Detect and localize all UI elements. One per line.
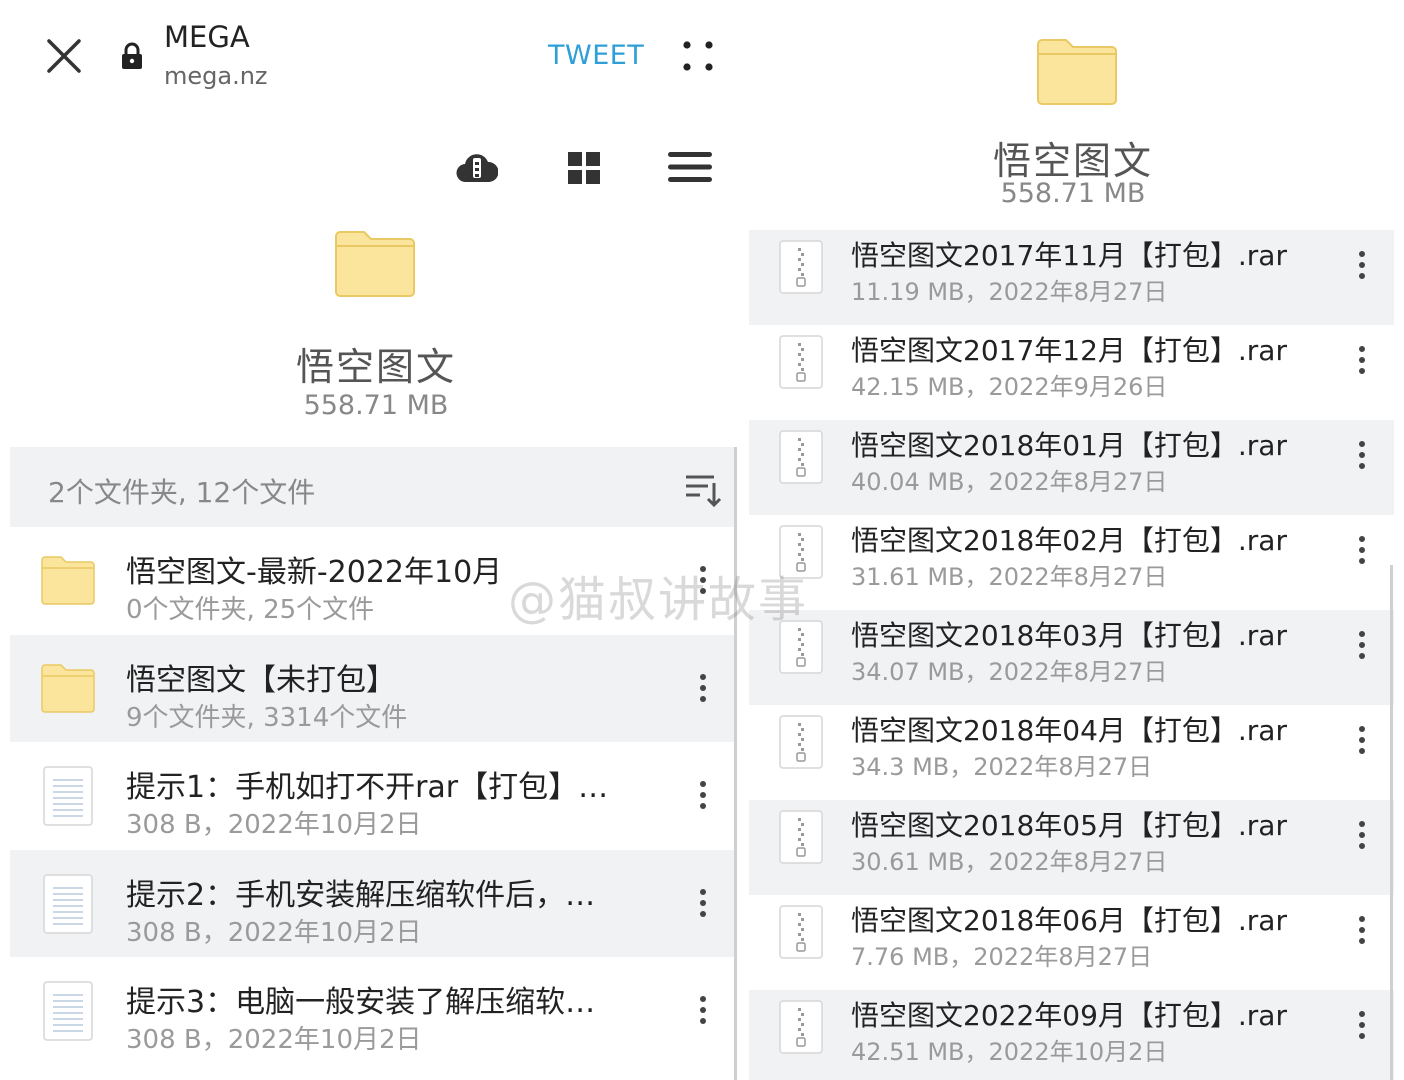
list-item[interactable]: 悟空图文2018年04月【打包】.rar 34.3 MB，2022年8月27日 bbox=[749, 705, 1394, 800]
tweet-button[interactable]: TWEET bbox=[548, 40, 644, 71]
more-options-icon[interactable] bbox=[698, 565, 708, 595]
item-title: 悟空图文2017年12月【打包】.rar bbox=[851, 334, 1287, 367]
archive-file-icon bbox=[779, 240, 823, 294]
site-url: mega.nz bbox=[164, 62, 268, 90]
text-file-icon bbox=[43, 981, 93, 1041]
list-item[interactable]: 悟空图文2022年09月【打包】.rar 42.51 MB，2022年10月2日 bbox=[749, 990, 1394, 1080]
cloud-download-icon[interactable] bbox=[456, 150, 498, 186]
item-title: 提示1：手机如打不开rar【打包】… bbox=[126, 770, 609, 805]
item-meta: 34.3 MB，2022年8月27日 bbox=[851, 753, 1153, 781]
folder-title: 悟空图文 bbox=[992, 139, 1153, 183]
scrollbar[interactable] bbox=[1390, 565, 1393, 1080]
list-item[interactable]: 提示2：手机安装解压缩软件后，… 308 B，2022年10月2日 bbox=[10, 849, 735, 957]
lock-icon bbox=[122, 42, 142, 69]
panel-divider bbox=[738, 0, 745, 1080]
site-title: MEGA bbox=[164, 20, 250, 54]
item-title: 悟空图文-最新-2022年10月 bbox=[126, 555, 503, 590]
item-title: 悟空图文2018年03月【打包】.rar bbox=[851, 619, 1287, 652]
item-title: 悟空图文2018年02月【打包】.rar bbox=[851, 524, 1287, 557]
more-options-icon[interactable] bbox=[1357, 630, 1367, 660]
list-item[interactable]: 悟空图文2018年06月【打包】.rar 7.76 MB，2022年8月27日 bbox=[749, 895, 1394, 990]
list-item[interactable]: 悟空图文2018年03月【打包】.rar 34.07 MB，2022年8月27日 bbox=[749, 610, 1394, 705]
list-item[interactable]: 悟空图文【未打包】 9个文件夹, 3314个文件 bbox=[10, 634, 735, 742]
text-file-icon bbox=[43, 873, 93, 934]
more-options-icon[interactable] bbox=[1357, 1010, 1367, 1040]
list-item[interactable]: 提示1：手机如打不开rar【打包】… 308 B，2022年10月2日 bbox=[10, 742, 735, 850]
summary-bar: 2个文件夹, 12个文件 bbox=[10, 447, 735, 527]
vertical-dots-icon[interactable] bbox=[680, 38, 716, 74]
folder-icon bbox=[1037, 39, 1117, 105]
file-list: 悟空图文2017年11月【打包】.rar 11.19 MB，2022年8月27日悟… bbox=[749, 230, 1394, 1080]
more-options-icon[interactable] bbox=[1357, 440, 1367, 470]
folder-icon bbox=[335, 231, 415, 297]
archive-file-icon bbox=[779, 335, 823, 389]
more-options-icon[interactable] bbox=[1357, 535, 1367, 565]
folder-icon bbox=[40, 663, 96, 713]
more-options-icon[interactable] bbox=[698, 780, 708, 810]
archive-file-icon bbox=[779, 905, 823, 959]
item-meta: 11.19 MB，2022年8月27日 bbox=[851, 278, 1168, 306]
item-title: 提示3：电脑一般安装了解压缩软… bbox=[126, 985, 596, 1020]
folder-icon bbox=[40, 555, 96, 605]
more-options-icon[interactable] bbox=[1357, 915, 1367, 945]
archive-file-icon bbox=[779, 525, 823, 579]
list-item[interactable]: 悟空图文2018年01月【打包】.rar 40.04 MB，2022年8月27日 bbox=[749, 420, 1394, 515]
item-meta: 42.15 MB，2022年9月26日 bbox=[851, 373, 1168, 401]
more-options-icon[interactable] bbox=[698, 888, 708, 918]
item-meta: 34.07 MB，2022年8月27日 bbox=[851, 658, 1168, 686]
more-options-icon[interactable] bbox=[1357, 725, 1367, 755]
more-options-icon[interactable] bbox=[698, 673, 708, 703]
list-item[interactable]: 提示3：电脑一般安装了解压缩软… 308 B，2022年10月2日 bbox=[10, 957, 735, 1065]
file-list: 悟空图文-最新-2022年10月 0个文件夹, 25个文件悟空图文【未打包】 9个文… bbox=[10, 527, 735, 1065]
item-title: 悟空图文2018年01月【打包】.rar bbox=[851, 429, 1287, 462]
more-options-icon[interactable] bbox=[698, 995, 708, 1025]
list-item[interactable]: 悟空图文2017年11月【打包】.rar 11.19 MB，2022年8月27日 bbox=[749, 230, 1394, 325]
left-panel: MEGA mega.nz TWEET 悟空图文 558.71 MB 2个文件夹,… bbox=[0, 0, 738, 1080]
item-title: 悟空图文2022年09月【打包】.rar bbox=[851, 999, 1287, 1032]
item-meta: 308 B，2022年10月2日 bbox=[126, 810, 422, 840]
text-file-icon bbox=[43, 766, 93, 826]
item-title: 悟空图文2017年11月【打包】.rar bbox=[851, 239, 1287, 272]
right-panel: 悟空图文 558.71 MB 悟空图文2017年11月【打包】.rar 11.19… bbox=[745, 0, 1404, 1080]
item-meta: 30.61 MB，2022年8月27日 bbox=[851, 848, 1168, 876]
item-title: 悟空图文【未打包】 bbox=[126, 662, 396, 698]
archive-file-icon bbox=[779, 715, 823, 769]
folder-size: 558.71 MB bbox=[303, 390, 449, 421]
archive-file-icon bbox=[779, 430, 823, 484]
summary-text: 2个文件夹, 12个文件 bbox=[48, 476, 316, 509]
item-meta: 0个文件夹, 25个文件 bbox=[126, 595, 375, 625]
grid-view-icon[interactable] bbox=[568, 152, 600, 184]
item-meta: 9个文件夹, 3314个文件 bbox=[126, 702, 408, 733]
folder-size: 558.71 MB bbox=[1000, 178, 1146, 209]
more-options-icon[interactable] bbox=[1357, 345, 1367, 375]
item-meta: 308 B，2022年10月2日 bbox=[126, 1025, 422, 1055]
more-options-icon[interactable] bbox=[1357, 250, 1367, 280]
archive-file-icon bbox=[779, 810, 823, 864]
close-icon[interactable] bbox=[44, 36, 84, 76]
item-title: 提示2：手机安装解压缩软件后，… bbox=[126, 877, 596, 913]
list-item[interactable]: 悟空图文2018年05月【打包】.rar 30.61 MB，2022年8月27日 bbox=[749, 800, 1394, 895]
hamburger-menu-icon[interactable] bbox=[668, 150, 712, 184]
item-meta: 42.51 MB，2022年10月2日 bbox=[851, 1038, 1168, 1066]
item-meta: 40.04 MB，2022年8月27日 bbox=[851, 468, 1168, 496]
scrollbar[interactable] bbox=[734, 447, 737, 1080]
more-options-icon[interactable] bbox=[1357, 820, 1367, 850]
archive-file-icon bbox=[779, 620, 823, 674]
item-meta: 7.76 MB，2022年8月27日 bbox=[851, 943, 1153, 971]
item-meta: 308 B，2022年10月2日 bbox=[126, 917, 422, 948]
item-meta: 31.61 MB，2022年8月27日 bbox=[851, 563, 1168, 591]
item-title: 悟空图文2018年05月【打包】.rar bbox=[851, 809, 1287, 842]
list-item[interactable]: 悟空图文-最新-2022年10月 0个文件夹, 25个文件 bbox=[10, 527, 735, 635]
folder-title: 悟空图文 bbox=[295, 345, 456, 389]
list-item[interactable]: 悟空图文2018年02月【打包】.rar 31.61 MB，2022年8月27日 bbox=[749, 515, 1394, 610]
sort-icon[interactable] bbox=[684, 471, 722, 509]
item-title: 悟空图文2018年06月【打包】.rar bbox=[851, 904, 1287, 937]
list-item[interactable]: 悟空图文2017年12月【打包】.rar 42.15 MB，2022年9月26日 bbox=[749, 325, 1394, 420]
archive-file-icon bbox=[779, 1000, 823, 1054]
item-title: 悟空图文2018年04月【打包】.rar bbox=[851, 714, 1287, 747]
